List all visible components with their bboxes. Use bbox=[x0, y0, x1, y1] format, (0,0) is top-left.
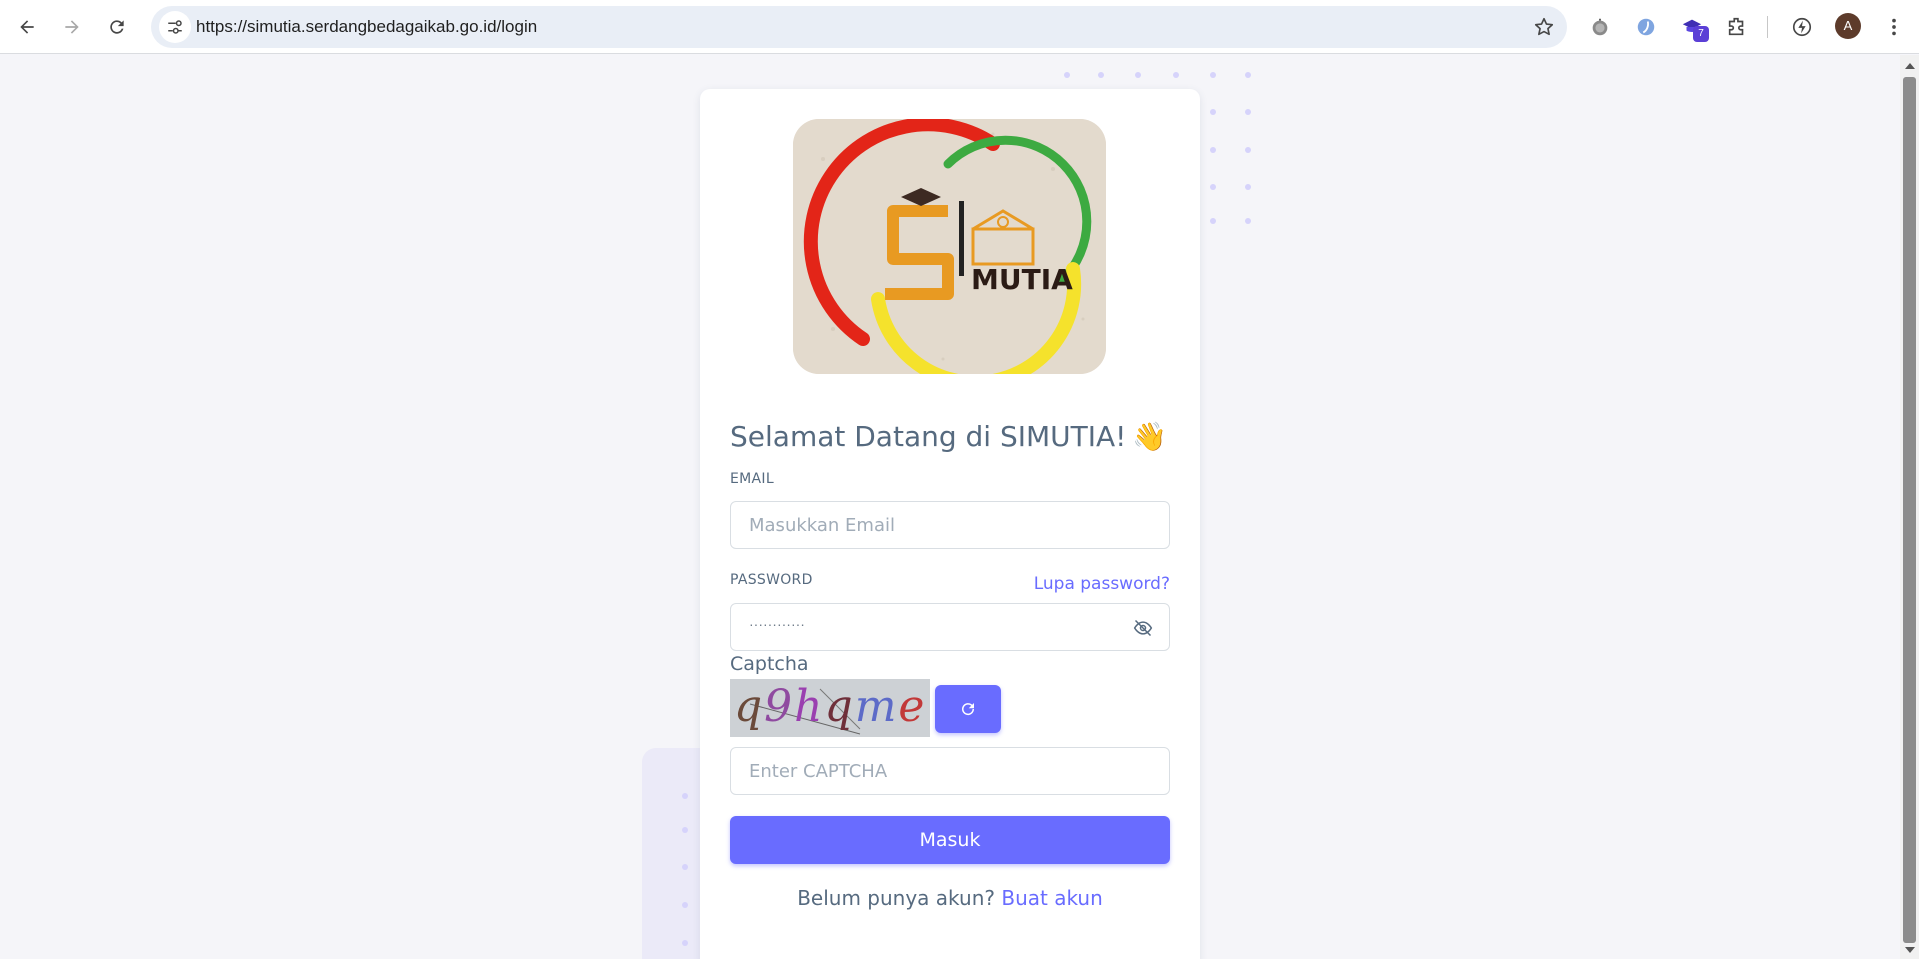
captcha-input[interactable]: Enter CAPTCHA bbox=[730, 747, 1170, 795]
email-label: EMAIL bbox=[730, 471, 774, 487]
bookmark-star-icon[interactable] bbox=[1533, 16, 1555, 38]
signup-prompt: Belum punya akun? Buat akun bbox=[700, 886, 1200, 910]
scroll-up-arrow[interactable] bbox=[1905, 63, 1915, 69]
captcha-label: Captcha bbox=[730, 653, 809, 675]
reload-button[interactable] bbox=[100, 10, 134, 44]
extension-tomato-icon[interactable] bbox=[1585, 12, 1615, 42]
waving-hand-icon: 👋 bbox=[1132, 420, 1168, 453]
address-bar[interactable]: https://simutia.serdangbedagaikab.go.id/… bbox=[151, 6, 1567, 48]
simutia-logo: MUTIA bbox=[793, 119, 1106, 374]
extension-badge: 7 bbox=[1693, 26, 1709, 42]
arrow-left-icon bbox=[20, 20, 34, 34]
back-button[interactable] bbox=[10, 10, 44, 44]
password-input[interactable]: ············ bbox=[730, 603, 1170, 651]
forward-button[interactable] bbox=[55, 10, 89, 44]
toolbar-separator bbox=[1767, 16, 1768, 38]
password-mask: ············ bbox=[749, 616, 805, 632]
email-input[interactable]: Masukkan Email bbox=[730, 501, 1170, 549]
captcha-image: q9hqme bbox=[730, 679, 930, 737]
eye-off-icon[interactable] bbox=[1133, 618, 1153, 638]
extension-graduation-icon[interactable]: 7 bbox=[1677, 12, 1709, 42]
profile-avatar[interactable]: A bbox=[1835, 13, 1861, 39]
captcha-text: q9hqme bbox=[734, 681, 926, 732]
svg-text:MUTIA: MUTIA bbox=[971, 263, 1073, 296]
menu-kebab-icon[interactable] bbox=[1879, 12, 1909, 42]
scroll-down-arrow[interactable] bbox=[1905, 947, 1915, 953]
login-card: MUTIA Selamat Datang di SIMUTIA! 👋 EMAIL … bbox=[700, 89, 1200, 959]
scroll-thumb[interactable] bbox=[1903, 77, 1916, 943]
page-title: Selamat Datang di SIMUTIA! 👋 bbox=[730, 420, 1167, 453]
page-scrollbar[interactable] bbox=[1900, 55, 1919, 959]
create-account-link[interactable]: Buat akun bbox=[1001, 886, 1102, 910]
refresh-icon bbox=[962, 703, 975, 716]
performance-icon[interactable] bbox=[1787, 12, 1817, 42]
refresh-captcha-button[interactable] bbox=[935, 685, 1001, 733]
url-text: https://simutia.serdangbedagaikab.go.id/… bbox=[196, 17, 538, 36]
forgot-password-link[interactable]: Lupa password? bbox=[1034, 574, 1170, 594]
password-label: PASSWORD bbox=[730, 572, 813, 588]
login-button[interactable]: Masuk bbox=[730, 816, 1170, 864]
decorative-panel bbox=[642, 748, 702, 959]
browser-toolbar: https://simutia.serdangbedagaikab.go.id/… bbox=[0, 0, 1919, 54]
captcha-placeholder: Enter CAPTCHA bbox=[749, 761, 888, 782]
email-placeholder: Masukkan Email bbox=[749, 515, 895, 536]
page-title-text: Selamat Datang di SIMUTIA! bbox=[730, 420, 1127, 453]
arrow-right-icon bbox=[65, 20, 79, 34]
extension-blue-icon[interactable] bbox=[1631, 12, 1661, 42]
site-info-icon[interactable] bbox=[159, 11, 191, 43]
signup-prompt-text: Belum punya akun? bbox=[797, 886, 995, 910]
extensions-puzzle-icon[interactable] bbox=[1722, 12, 1752, 42]
reload-icon bbox=[110, 20, 124, 34]
